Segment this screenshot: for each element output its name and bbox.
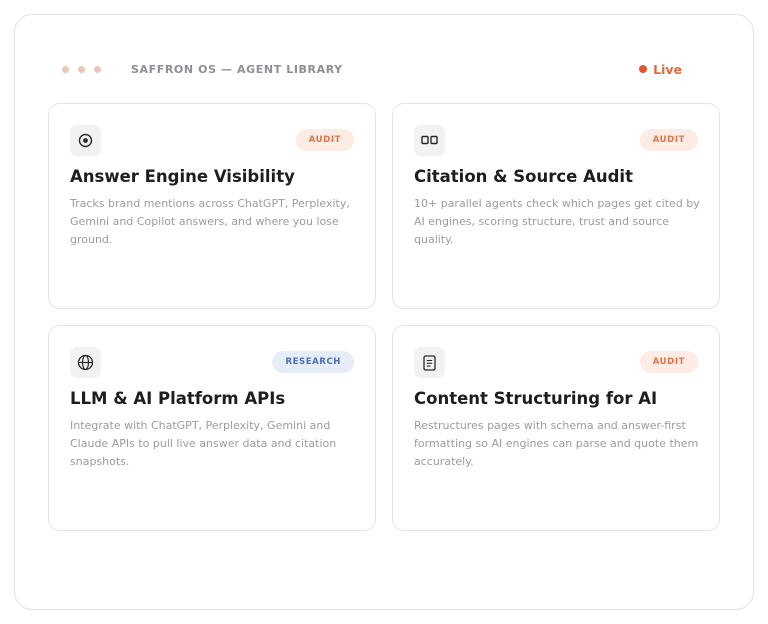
live-status-label: Live — [653, 61, 682, 77]
card-description: Integrate with ChatGPT, Perplexity, Gemi… — [70, 419, 337, 468]
live-indicator-dot — [639, 65, 648, 73]
category-badge: AUDIT — [295, 129, 354, 151]
title-bar: SAFFRON OS — AGENT LIBRARY Live — [48, 54, 720, 84]
card-title: Citation & Source Audit — [414, 167, 633, 186]
columns-icon — [414, 125, 445, 156]
card-title: Content Structuring for AI — [414, 389, 658, 408]
card-title: Answer Engine Visibility — [70, 167, 295, 186]
live-status: Live — [639, 62, 682, 77]
target-icon — [70, 125, 101, 156]
agent-card-answer-engine-visibility[interactable]: AUDIT Answer Engine Visibility Tracks br… — [48, 103, 376, 309]
card-description: 10+ parallel agents check which pages ge… — [414, 197, 700, 246]
app-title: SAFFRON OS — AGENT LIBRARY — [131, 62, 343, 76]
globe-icon — [70, 347, 101, 378]
category-badge: AUDIT — [639, 129, 698, 151]
category-badge: RESEARCH — [272, 351, 354, 373]
card-title: LLM & AI Platform APIs — [70, 389, 286, 408]
window-dot-close[interactable] — [62, 65, 69, 73]
card-description: Tracks brand mentions across ChatGPT, Pe… — [70, 197, 350, 246]
agent-card-citation-source-audit[interactable]: AUDIT Citation & Source Audit 10+ parall… — [392, 103, 720, 309]
card-description: Restructures pages with schema and answe… — [414, 419, 699, 468]
window-controls — [62, 65, 101, 73]
category-badge: AUDIT — [639, 351, 698, 373]
window-dot-minimize[interactable] — [78, 65, 85, 73]
window-dot-maximize[interactable] — [94, 65, 101, 73]
document-icon — [414, 347, 445, 378]
agent-card-content-structuring-for-ai[interactable]: AUDIT Content Structuring for AI Restruc… — [392, 325, 720, 531]
agent-card-llm-ai-platform-apis[interactable]: RESEARCH LLM & AI Platform APIs Integrat… — [48, 325, 376, 531]
